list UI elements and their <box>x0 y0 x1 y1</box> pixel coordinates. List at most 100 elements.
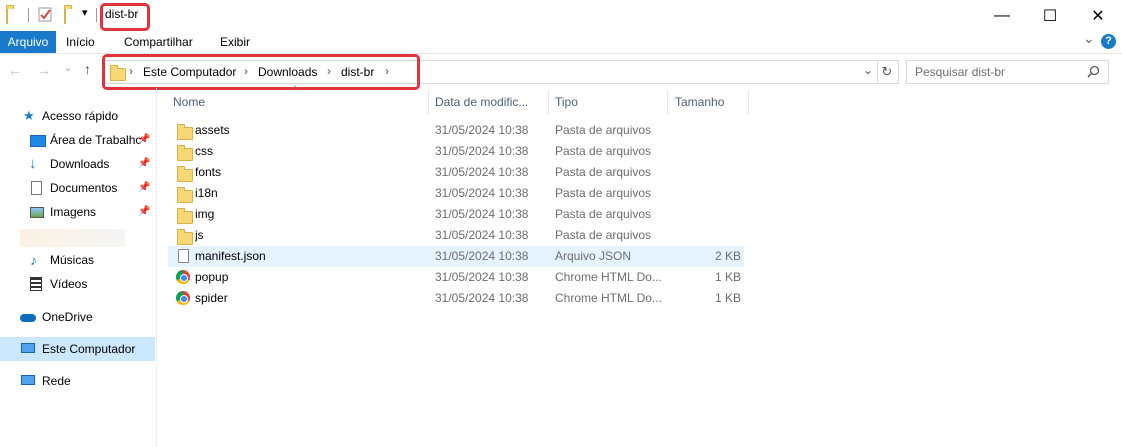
sidebar-item-this-pc[interactable]: Este Computador <box>0 337 155 361</box>
folder-icon <box>177 229 193 245</box>
file-date: 31/05/2024 10:38 <box>435 207 529 221</box>
file-row[interactable]: popup 31/05/2024 10:38 Chrome HTML Do...… <box>168 267 744 288</box>
customize-toolbar-icon[interactable]: ▾ <box>82 6 88 19</box>
column-divider[interactable] <box>667 90 668 114</box>
file-row[interactable]: css 31/05/2024 10:38 Pasta de arquivos <box>168 141 744 162</box>
tab-view[interactable]: Exibir <box>220 31 250 53</box>
folder-icon <box>177 145 193 161</box>
close-button[interactable]: ✕ <box>1075 0 1121 31</box>
file-row[interactable]: i18n 31/05/2024 10:38 Pasta de arquivos <box>168 183 744 204</box>
separator <box>96 8 97 22</box>
folder-icon <box>177 208 193 224</box>
column-header-size[interactable]: Tamanho <box>670 90 748 114</box>
sidebar-item-quick-access[interactable]: ★ Acesso rápido <box>0 104 155 128</box>
folder-icon <box>177 166 193 182</box>
column-header-type[interactable]: Tipo <box>550 90 667 114</box>
file-name: assets <box>195 123 230 137</box>
file-type: Pasta de arquivos <box>555 186 652 200</box>
network-icon <box>21 375 35 385</box>
sidebar-item-label: Vídeos <box>50 277 88 291</box>
folder-icon <box>177 187 193 203</box>
file-name: i18n <box>195 186 218 200</box>
file-date: 31/05/2024 10:38 <box>435 165 529 179</box>
redacted-area <box>20 229 125 247</box>
file-type: Arquivo JSON <box>555 249 632 263</box>
search-icon[interactable] <box>1087 65 1100 78</box>
column-divider[interactable] <box>548 90 549 114</box>
column-header-name[interactable]: Nome <box>168 90 428 114</box>
file-size: 1 KB <box>714 270 741 284</box>
help-icon[interactable]: ? <box>1101 34 1116 49</box>
sort-indicator-icon: ^ <box>293 84 298 94</box>
file-name: css <box>195 144 213 158</box>
sidebar-item-network[interactable]: Rede <box>0 369 155 393</box>
chrome-icon <box>176 291 190 305</box>
file-type: Chrome HTML Do... <box>555 270 662 284</box>
file-row[interactable]: manifest.json 31/05/2024 10:38 Arquivo J… <box>168 246 744 267</box>
file-name: spider <box>195 291 228 305</box>
file-name: fonts <box>195 165 222 179</box>
search-input[interactable]: Pesquisar dist-br <box>915 65 1005 79</box>
forward-arrow-icon[interactable]: → <box>37 62 51 78</box>
properties-icon[interactable] <box>38 7 53 22</box>
highlight-address-box <box>102 54 420 90</box>
sidebar-item-downloads[interactable]: ↓ Downloads 📌 <box>0 152 155 176</box>
tab-share[interactable]: Compartilhar <box>124 31 193 53</box>
up-arrow-icon[interactable]: ↑ <box>84 61 91 77</box>
sidebar-item-videos[interactable]: Vídeos <box>0 272 155 296</box>
back-arrow-icon[interactable]: ← <box>8 62 22 78</box>
column-header-date[interactable]: Data de modific... <box>430 90 548 114</box>
file-type: Pasta de arquivos <box>555 207 652 221</box>
search-box[interactable]: Pesquisar dist-br <box>906 60 1109 84</box>
star-icon: ★ <box>23 108 35 123</box>
document-icon <box>31 181 42 195</box>
file-date: 31/05/2024 10:38 <box>435 291 529 305</box>
cloud-icon <box>20 314 36 322</box>
sidebar-item-desktop[interactable]: Área de Trabalhc 📌 <box>0 128 155 152</box>
file-row[interactable]: fonts 31/05/2024 10:38 Pasta de arquivos <box>168 162 744 183</box>
new-folder-icon[interactable] <box>64 8 66 24</box>
sidebar-item-label: Documentos <box>50 181 118 195</box>
sidebar-item-label: Área de Trabalhc <box>50 133 142 147</box>
file-type: Chrome HTML Do... <box>555 291 662 305</box>
folder-icon <box>177 124 193 140</box>
file-name: img <box>195 207 215 221</box>
minimize-button[interactable]: — <box>979 0 1025 31</box>
tab-home[interactable]: Início <box>66 31 95 53</box>
file-name: js <box>195 228 204 242</box>
file-date: 31/05/2024 10:38 <box>435 186 529 200</box>
recent-locations-icon[interactable]: ⌄ <box>64 63 72 74</box>
computer-icon <box>21 343 35 353</box>
file-row[interactable]: spider 31/05/2024 10:38 Chrome HTML Do..… <box>168 288 744 309</box>
sidebar-item-music[interactable]: ♪ Músicas <box>0 248 155 272</box>
music-icon: ♪ <box>30 252 37 268</box>
expand-ribbon-icon[interactable]: ⌄ <box>1083 27 1095 49</box>
file-name: popup <box>195 270 229 284</box>
file-date: 31/05/2024 10:38 <box>435 123 529 137</box>
column-divider[interactable] <box>428 90 429 114</box>
sidebar-item-pictures[interactable]: Imagens 📌 <box>0 200 155 224</box>
maximize-button[interactable]: ☐ <box>1027 0 1073 31</box>
refresh-icon[interactable]: ↻ <box>876 60 899 84</box>
tab-file[interactable]: Arquivo <box>0 31 56 53</box>
column-divider[interactable] <box>748 90 749 114</box>
file-name: manifest.json <box>195 249 266 263</box>
pin-icon: 📌 <box>138 206 151 217</box>
sidebar-item-onedrive[interactable]: OneDrive <box>0 305 155 329</box>
file-size: 1 KB <box>714 291 741 305</box>
file-date: 31/05/2024 10:38 <box>435 144 529 158</box>
file-size <box>668 141 741 162</box>
pin-icon: 📌 <box>138 134 151 145</box>
sidebar-item-documents[interactable]: Documentos 📌 <box>0 176 155 200</box>
file-date: 31/05/2024 10:38 <box>435 249 529 263</box>
sidebar-item-label: Músicas <box>50 253 95 267</box>
folder-icon <box>6 8 8 24</box>
file-row[interactable]: js 31/05/2024 10:38 Pasta de arquivos <box>168 225 744 246</box>
file-row[interactable]: img 31/05/2024 10:38 Pasta de arquivos <box>168 204 744 225</box>
file-date: 31/05/2024 10:38 <box>435 228 529 242</box>
pane-divider[interactable] <box>156 88 157 447</box>
file-size <box>668 225 741 246</box>
sidebar-item-label: Imagens <box>50 205 97 219</box>
file-row[interactable]: assets 31/05/2024 10:38 Pasta de arquivo… <box>168 120 744 141</box>
address-history-dropdown-icon[interactable]: ⌄ <box>863 63 873 77</box>
